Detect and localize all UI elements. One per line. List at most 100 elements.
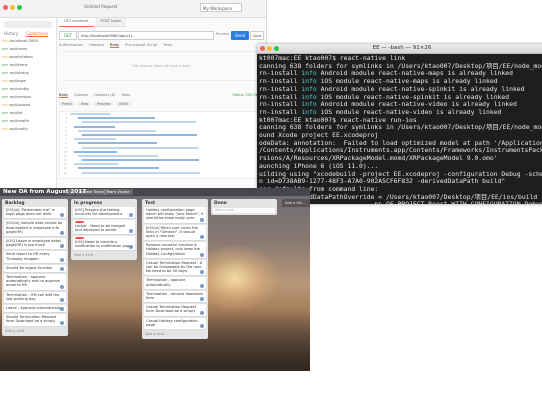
zoom-window-icon[interactable] [17, 5, 22, 10]
sidebar-item[interactable]: GET api/status [0, 69, 56, 77]
params-button[interactable]: Params [216, 32, 229, 36]
tab-response-body[interactable]: Body [59, 93, 69, 98]
tab-response-tests[interactable]: Tests [121, 93, 130, 98]
sidebar-item[interactable]: POST api/upload [0, 101, 56, 109]
card[interactable]: [iOS] Need to provide a notification to … [73, 236, 135, 251]
url-bar: GET http://localhost:8080/api/v1/... Par… [59, 31, 264, 40]
add-card-input[interactable]: Add a card... [213, 208, 275, 213]
card[interactable]: [iOS/ui] "Remember me" in login page doe… [4, 207, 66, 219]
sidebar-item-label: api/list [10, 110, 23, 115]
tab-response-cookies[interactable]: Cookies [74, 93, 88, 98]
card[interactable]: Termination - approve automatically [144, 277, 206, 289]
tab-headers[interactable]: Headers [89, 43, 104, 48]
preview-button[interactable]: Preview [94, 102, 114, 106]
card[interactable]: Remove unuseful function in Holiday proj… [144, 242, 206, 258]
card[interactable]: Should Termination Request form Download… [4, 314, 66, 326]
member-avatar[interactable] [200, 252, 204, 257]
tab-response-headers[interactable]: Headers (8) [94, 93, 115, 98]
sidebar-item[interactable]: POST api/notify [0, 125, 56, 133]
list-title[interactable]: Backlog [2, 199, 68, 207]
card[interactable]: Send report to HR every Thursday midgam [4, 251, 66, 263]
sidebar-item-label: localhost:3000 [10, 38, 38, 43]
card[interactable]: [iOS/ui] When user clicks the links in "… [144, 224, 206, 241]
member-avatar[interactable] [200, 297, 204, 302]
request-tab[interactable]: POST token [95, 18, 127, 27]
format-select[interactable]: JSON [116, 102, 131, 106]
card[interactable]: Termination - OM can edit the last worki… [4, 291, 66, 304]
member-avatar[interactable] [60, 284, 64, 289]
card[interactable]: Should Be logout function [4, 264, 66, 273]
pretty-button[interactable]: Pretty [59, 102, 76, 106]
save-button[interactable]: Save [250, 31, 264, 40]
card[interactable]: Locker - Need to be merged and deployed … [73, 220, 135, 235]
tab-authorization[interactable]: Authorization [59, 43, 83, 48]
sidebar-item[interactable]: GET api/users [0, 45, 56, 53]
member-avatar[interactable] [200, 217, 204, 222]
list-title[interactable]: In progress [71, 199, 137, 207]
sidebar-item[interactable]: GET api/version [0, 93, 56, 101]
list-title[interactable]: Done [211, 199, 277, 207]
add-card-button[interactable]: Add a card... [2, 328, 68, 336]
member-avatar[interactable] [60, 213, 64, 218]
member-avatar[interactable] [60, 257, 64, 262]
sidebar-item[interactable]: GET api/items [0, 61, 56, 69]
star-icon[interactable]: ☆ [66, 189, 76, 195]
member-avatar[interactable] [60, 298, 64, 303]
member-avatar[interactable] [200, 235, 204, 240]
http-verb-badge: GET [2, 71, 9, 75]
list-title[interactable]: Test [142, 199, 208, 207]
sidebar-item[interactable]: POST localhost:3000 [0, 37, 56, 45]
card[interactable]: Termination - approve automatically and … [4, 274, 66, 290]
minimize-window-icon[interactable] [10, 5, 15, 10]
member-avatar[interactable] [129, 245, 133, 250]
http-verb-badge: GET [2, 95, 9, 99]
card[interactable]: Leave - Approve automatically [4, 305, 66, 313]
sidebar-filter-input[interactable] [4, 21, 52, 28]
add-card-button[interactable]: Add a card... [71, 252, 137, 260]
card[interactable]: [iOS] Leave in employee detail page(HR) … [4, 238, 66, 250]
card-title: Casual Holiday configuration page [146, 318, 198, 327]
tab-prerequest[interactable]: Pre-request Script [125, 43, 157, 48]
member-avatar[interactable] [60, 320, 64, 325]
member-avatar[interactable] [129, 229, 133, 234]
member-avatar[interactable] [200, 283, 204, 288]
member-avatar[interactable] [60, 307, 64, 312]
workspace-selector[interactable]: My Workspace [200, 3, 242, 12]
member-avatar[interactable] [60, 231, 64, 236]
member-avatar[interactable] [200, 310, 204, 315]
response-body-viewer[interactable]: 1 2 3 4 5 6 7 8 9 10 11 12 13 14 15 [59, 111, 266, 179]
card[interactable]: [iOS/ui] Sample data cannot be downloade… [4, 220, 66, 237]
card[interactable]: [iOS] Prepare the testing accounts for d… [73, 207, 135, 219]
add-card-button[interactable]: Add a card... [142, 331, 208, 339]
sidebar-item[interactable]: POST api/login [0, 77, 56, 85]
visibility-button[interactable]: Team Visible [103, 189, 133, 195]
card[interactable]: Termination - remove download form [144, 290, 206, 303]
team-button[interactable]: Private Team [76, 189, 107, 195]
add-list-button[interactable]: Add a list... [282, 199, 310, 207]
card[interactable]: Casual Holiday configuration page [144, 317, 206, 330]
card[interactable]: Casual Termination Request - It can be c… [144, 259, 206, 276]
terminal-window[interactable]: EE — -bash — 91×26 kt007mac:EE ktao007$ … [257, 44, 542, 204]
member-avatar[interactable] [129, 213, 133, 218]
send-button[interactable]: Send [231, 31, 249, 40]
member-avatar[interactable] [200, 324, 204, 329]
tab-tests[interactable]: Tests [163, 43, 172, 48]
sidebar-item[interactable]: GET api/list [0, 109, 56, 117]
close-window-icon[interactable] [3, 5, 8, 10]
method-select[interactable]: GET [59, 31, 77, 40]
sidebar-item-label: api/users [10, 46, 28, 51]
sidebar-item[interactable]: GET api/health [0, 117, 56, 125]
card[interactable]: Casual Termination Request form Download… [144, 304, 206, 316]
raw-button[interactable]: Raw [78, 102, 92, 106]
member-avatar[interactable] [60, 267, 64, 272]
member-avatar[interactable] [200, 270, 204, 275]
tab-body[interactable]: Body [110, 43, 120, 48]
url-input[interactable]: http://localhost:8080/api/v1/... [78, 31, 214, 40]
sidebar-item-label: api/config [10, 86, 29, 91]
sidebar-item[interactable]: POST oauth/token [0, 53, 56, 61]
postman-window: Untitled Request My Workspace History Co… [0, 0, 267, 188]
request-tab[interactable]: GET localhost [59, 18, 94, 27]
member-avatar[interactable] [60, 244, 64, 249]
card[interactable]: Holiday configuration page which will sh… [144, 207, 206, 223]
sidebar-item[interactable]: GET api/config [0, 85, 56, 93]
